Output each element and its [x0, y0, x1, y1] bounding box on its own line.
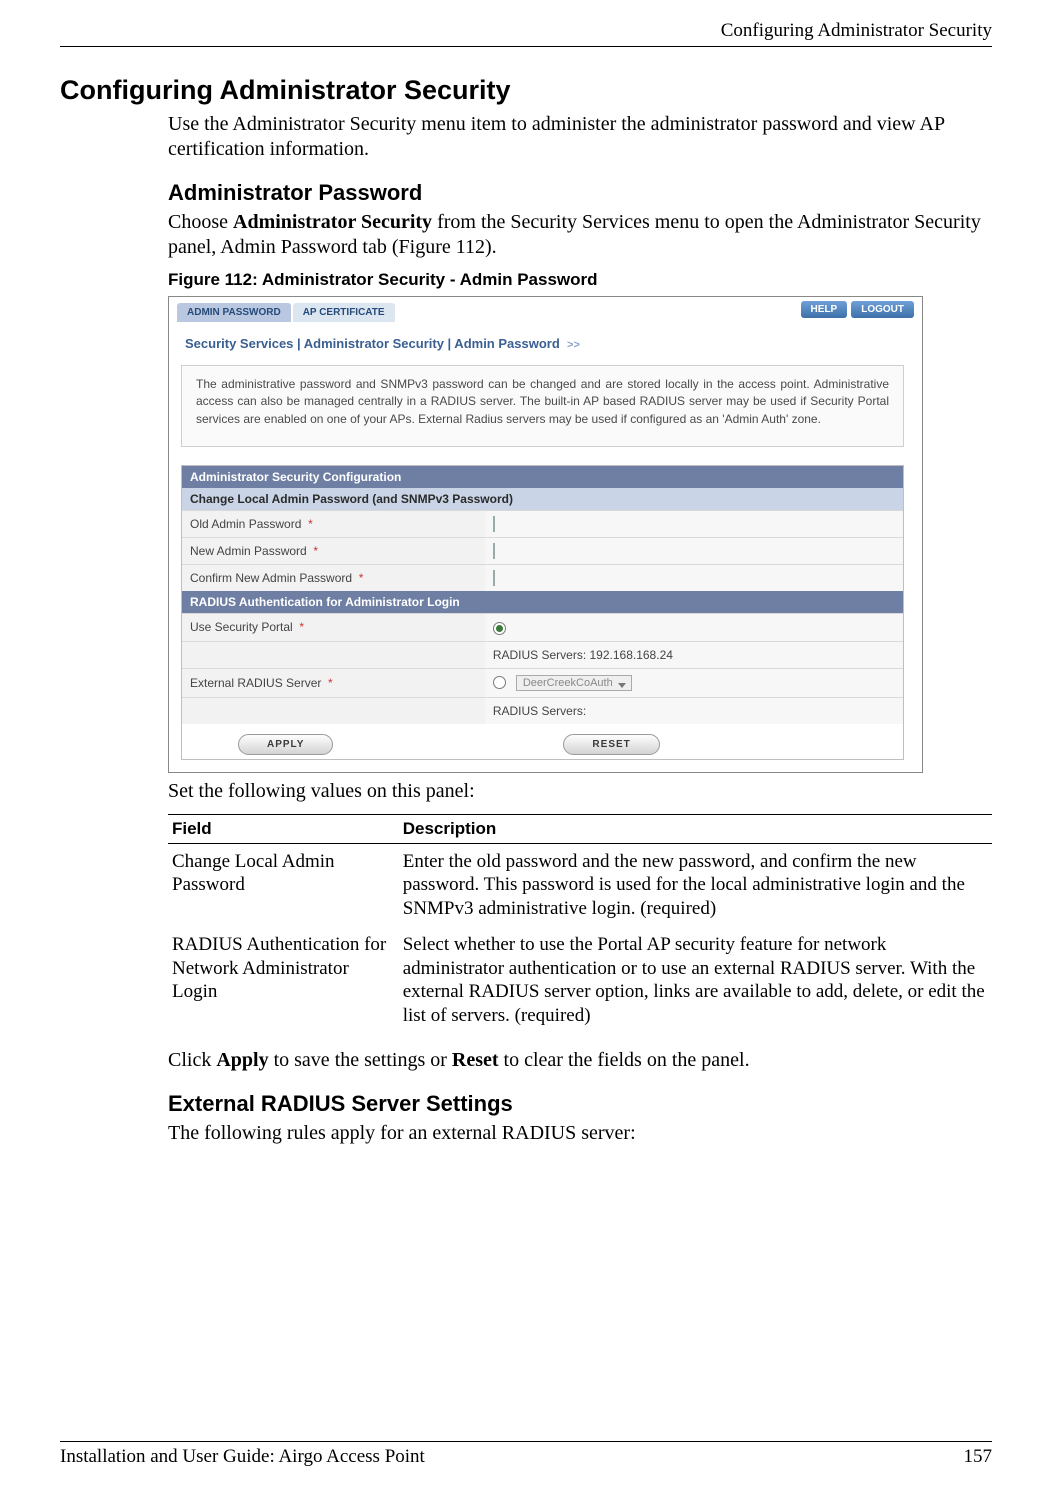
page-title: Configuring Administrator Security — [60, 75, 992, 106]
breadcrumb-text: Security Services | Administrator Securi… — [185, 336, 560, 351]
panel-header-change-pw: Change Local Admin Password (and SNMPv3 … — [182, 488, 903, 510]
lead-pre: Choose — [168, 211, 233, 233]
tab-ap-certificate[interactable]: AP CERTIFICATE — [293, 303, 395, 322]
required-asterisk: * — [299, 620, 304, 634]
label-new-password: New Admin Password — [190, 544, 307, 558]
lead-bold: Administrator Security — [233, 211, 432, 233]
apply-bold: Apply — [216, 1049, 268, 1071]
confirm-password-input[interactable] — [493, 570, 495, 586]
section-external-radius-title: External RADIUS Server Settings — [168, 1091, 992, 1117]
intro-paragraph: Use the Administrator Security menu item… — [168, 112, 992, 162]
def-field-1: RADIUS Authentication for Network Admini… — [168, 927, 399, 1034]
figure-caption: Figure 112: Administrator Security - Adm… — [168, 270, 992, 290]
logout-button[interactable]: LOGOUT — [851, 301, 914, 318]
after-figure-text: Set the following values on this panel: — [168, 779, 992, 804]
use-security-portal-radio[interactable] — [493, 622, 506, 635]
button-row: APPLY RESET — [182, 724, 903, 759]
required-asterisk: * — [359, 571, 364, 585]
apply-reset-sentence: Click Apply to save the settings or Rese… — [168, 1048, 992, 1073]
admin-password-lead: Choose Administrator Security from the S… — [168, 210, 992, 260]
breadcrumb: Security Services | Administrator Securi… — [181, 322, 922, 365]
table-row: RADIUS Authentication for Network Admini… — [168, 927, 992, 1034]
label-external-radius: External RADIUS Server — [190, 676, 321, 690]
th-field: Field — [168, 814, 399, 843]
required-asterisk: * — [328, 676, 333, 690]
def-desc-0: Enter the old password and the new passw… — [399, 843, 992, 927]
tab-admin-password[interactable]: ADMIN PASSWORD — [177, 303, 291, 322]
apply-pre: Click — [168, 1049, 216, 1071]
panel-header-main: Administrator Security Configuration — [182, 466, 903, 488]
def-field-0: Change Local Admin Password — [168, 843, 399, 927]
label-confirm-password: Confirm New Admin Password — [190, 571, 352, 585]
apply-post: to clear the fields on the panel. — [499, 1049, 750, 1071]
footer-page-number: 157 — [964, 1446, 993, 1468]
reset-bold: Reset — [452, 1049, 499, 1071]
old-password-input[interactable] — [493, 516, 495, 532]
external-radius-radio[interactable] — [493, 676, 506, 689]
figure-topbar: ADMIN PASSWORD AP CERTIFICATE HELP LOGOU… — [169, 297, 922, 322]
label-use-security-portal: Use Security Portal — [190, 620, 293, 634]
section-admin-password-title: Administrator Password — [168, 180, 992, 206]
radius-servers-external: RADIUS Servers: — [485, 697, 903, 724]
help-button[interactable]: HELP — [801, 301, 848, 318]
external-radius-select[interactable]: DeerCreekCoAuth — [516, 675, 632, 691]
external-radius-lead: The following rules apply for an externa… — [168, 1121, 992, 1146]
label-old-password: Old Admin Password — [190, 517, 301, 531]
info-box: The administrative password and SNMPv3 p… — [181, 365, 904, 447]
running-header: Configuring Administrator Security — [60, 20, 992, 47]
required-asterisk: * — [308, 517, 313, 531]
reset-button[interactable]: RESET — [563, 734, 659, 755]
th-description: Description — [399, 814, 992, 843]
tab-strip: ADMIN PASSWORD AP CERTIFICATE — [177, 303, 395, 322]
page-footer: Installation and User Guide: Airgo Acces… — [60, 1441, 992, 1468]
field-description-table: Field Description Change Local Admin Pas… — [168, 814, 992, 1034]
required-asterisk: * — [313, 544, 318, 558]
footer-left: Installation and User Guide: Airgo Acces… — [60, 1446, 425, 1468]
config-panel: Administrator Security Configuration Cha… — [181, 465, 904, 759]
def-desc-1: Select whether to use the Portal AP secu… — [399, 927, 992, 1034]
apply-mid: to save the settings or — [269, 1049, 452, 1071]
apply-button[interactable]: APPLY — [238, 734, 333, 755]
radius-servers-portal: RADIUS Servers: 192.168.168.24 — [485, 641, 903, 668]
table-row: Change Local Admin Password Enter the ol… — [168, 843, 992, 927]
form-table-password: Old Admin Password * New Admin Password … — [182, 510, 903, 591]
panel-header-radius: RADIUS Authentication for Administrator … — [182, 591, 903, 613]
breadcrumb-arrow-icon: >> — [567, 339, 580, 351]
figure-admin-security: ADMIN PASSWORD AP CERTIFICATE HELP LOGOU… — [168, 296, 923, 773]
new-password-input[interactable] — [493, 543, 495, 559]
form-table-radius: Use Security Portal * RADIUS Servers: 19… — [182, 613, 903, 723]
